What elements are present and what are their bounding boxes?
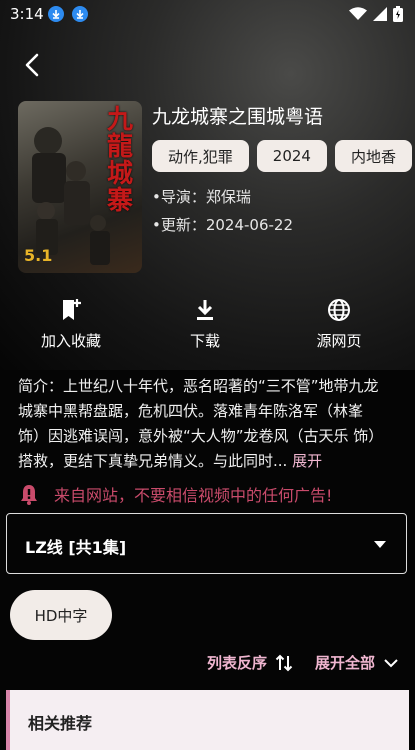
tag-region[interactable]: 内地香 [334, 140, 412, 172]
director-line: •导演：郑保瑞 [152, 188, 251, 206]
poster-title-art: 九龍城寨 [106, 105, 133, 216]
movie-title: 九龙城寨之围城粤语 [152, 106, 324, 128]
chevron-down-icon [384, 658, 398, 667]
expand-all-label: 展开全部 [314, 654, 375, 672]
ad-warning: 来自网站，不要相信视频中的任何广告! [18, 479, 398, 509]
tag-genre[interactable]: 动作,犯罪 [152, 140, 249, 172]
battery-icon [393, 6, 403, 22]
status-time: 3:14 [10, 5, 44, 23]
bookmark-add-icon [63, 299, 81, 320]
tag-year[interactable]: 2024 [256, 140, 327, 172]
globe-icon [328, 299, 350, 321]
signal-icon [373, 7, 387, 21]
wifi-icon [349, 7, 367, 20]
download-icon [197, 300, 213, 320]
download-button[interactable]: 下载 [150, 296, 260, 351]
download-notification-icon [48, 6, 64, 22]
movie-poster: 九龍城寨 5.1 [18, 101, 142, 273]
source-page-button[interactable]: 源网页 [284, 296, 394, 351]
caret-down-icon [374, 541, 386, 548]
list-controls: 列表反序 展开全部 [207, 652, 399, 673]
related-section: 相关推荐 [6, 690, 409, 750]
reverse-order-button[interactable]: 列表反序 [207, 652, 293, 673]
synopsis-text: 简介：上世纪八十年代，恶名昭著的“三不管”地带九龙城寨中黑帮盘踞，危机四伏。落难… [18, 377, 384, 470]
alarm-bell-icon [21, 485, 37, 505]
updated-line: •更新：2024-06-22 [152, 216, 294, 234]
status-icons [349, 6, 403, 22]
expand-all-button[interactable]: 展开全部 [315, 652, 399, 673]
synopsis: 简介：上世纪八十年代，恶名昭著的“三不管”地带九龙城寨中黑帮盘踞，危机四伏。落难… [18, 374, 390, 474]
chevron-left-icon [25, 53, 39, 77]
back-button[interactable] [18, 50, 48, 80]
expand-synopsis-link[interactable]: 展开 [292, 452, 322, 470]
episode-chip[interactable]: HD中字 [10, 590, 112, 640]
action-bar: 加入收藏 下载 源网页 [0, 296, 415, 356]
source-page-label: 源网页 [316, 332, 362, 350]
source-line-dropdown[interactable]: LZ线 [共1集] [6, 513, 407, 574]
sort-arrows-icon [275, 654, 293, 671]
favorite-label: 加入收藏 [40, 332, 101, 350]
download-label: 下载 [189, 332, 220, 350]
related-title: 相关推荐 [28, 714, 93, 733]
source-line-label: LZ线 [共1集] [25, 538, 127, 557]
tag-list: 动作,犯罪 2024 内地香 [152, 140, 412, 172]
ad-warning-text: 来自网站，不要相信视频中的任何广告! [54, 486, 333, 505]
favorite-button[interactable]: 加入收藏 [16, 296, 126, 351]
download-notification-icon-2 [72, 6, 88, 22]
poster-date-art: 5.1 [24, 246, 53, 265]
status-bar: 3:14 [0, 0, 415, 28]
reverse-order-label: 列表反序 [206, 654, 267, 672]
